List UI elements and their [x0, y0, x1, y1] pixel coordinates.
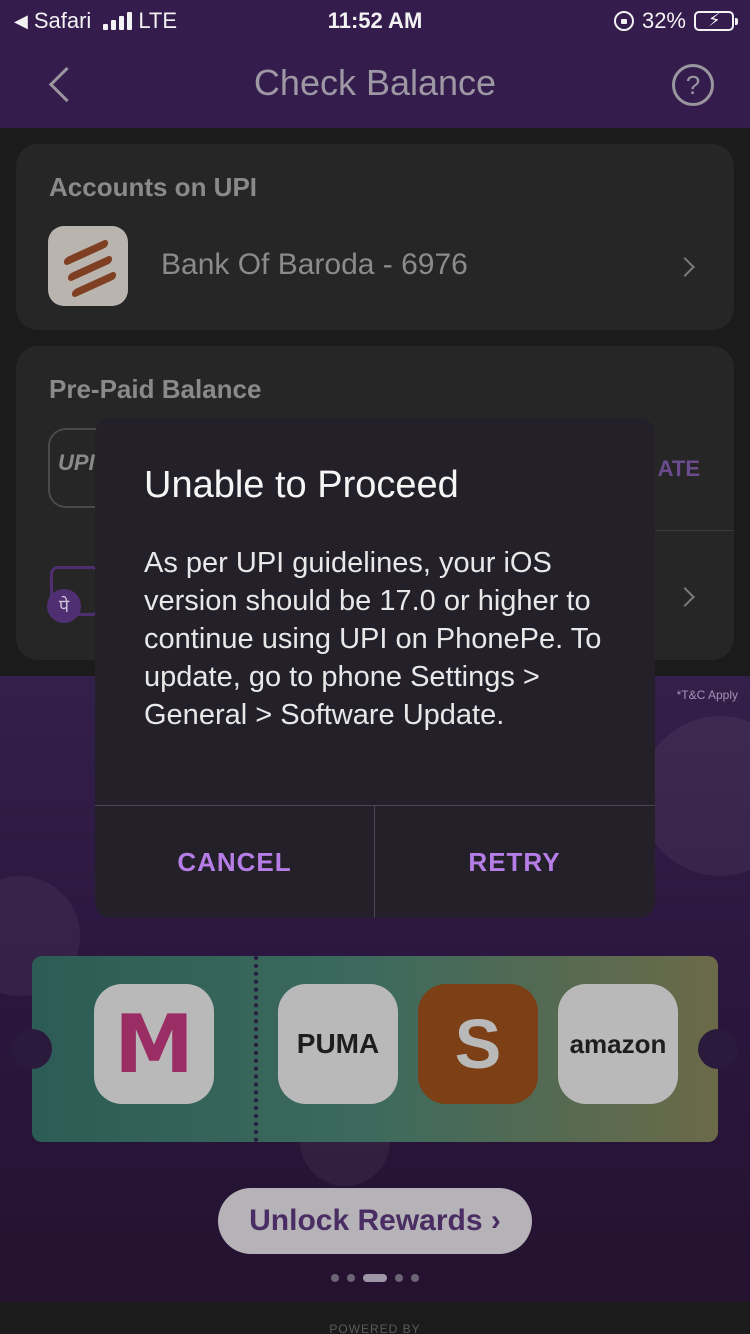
carousel-dot-active[interactable] [363, 1274, 387, 1282]
powered-by-label: POWERED BY [329, 1322, 421, 1334]
activate-upi-lite-button[interactable]: ATE [658, 456, 700, 482]
amazon-logo: amazon [558, 984, 678, 1104]
accounts-card: Accounts on UPI Bank Of Baroda - 6976 [16, 144, 734, 330]
retry-button[interactable]: RETRY [375, 806, 654, 918]
chevron-right-icon[interactable] [675, 257, 695, 277]
error-dialog: Unable to Proceed As per UPI guidelines,… [95, 418, 655, 918]
nav-bar: Check Balance ? [0, 42, 750, 128]
help-icon[interactable]: ? [672, 64, 714, 106]
carousel-dot[interactable] [347, 1274, 355, 1282]
carousel-dot[interactable] [411, 1274, 419, 1282]
page-title: Check Balance [253, 62, 497, 103]
swiggy-logo-icon: S [418, 984, 538, 1104]
dialog-title: Unable to Proceed [144, 464, 459, 506]
prepaid-title: Pre-Paid Balance [49, 374, 262, 404]
chevron-right-icon[interactable] [675, 587, 695, 607]
brand-ticket: M PUMA S amazon [12, 956, 738, 1142]
carousel-dots [0, 1274, 750, 1282]
carousel-dot[interactable] [331, 1274, 339, 1282]
terms-note: *T&C Apply [676, 688, 738, 702]
phonepe-wallet-icon: पे [47, 566, 100, 623]
bank-account-label[interactable]: Bank Of Baroda - 6976 [161, 248, 468, 282]
status-right: 32% ⚡ [613, 8, 738, 34]
unlock-rewards-button[interactable]: Unlock Rewards › [218, 1188, 532, 1254]
charging-icon: ⚡ [708, 10, 721, 30]
cancel-button[interactable]: CANCEL [95, 806, 374, 918]
carousel-dot[interactable] [395, 1274, 403, 1282]
dialog-message: As per UPI guidelines, your iOS version … [144, 547, 602, 731]
status-bar: ◀ Safari LTE 11:52 AM 32% ⚡ [0, 0, 750, 42]
rotation-lock-icon [613, 11, 634, 31]
bank-of-baroda-logo-icon [48, 226, 128, 306]
accounts-title: Accounts on UPI [49, 172, 258, 202]
battery-percent: 32% [641, 8, 686, 33]
battery-icon: ⚡ [694, 10, 738, 31]
puma-logo: PUMA [278, 984, 398, 1104]
myntra-logo-icon: M [94, 984, 214, 1104]
